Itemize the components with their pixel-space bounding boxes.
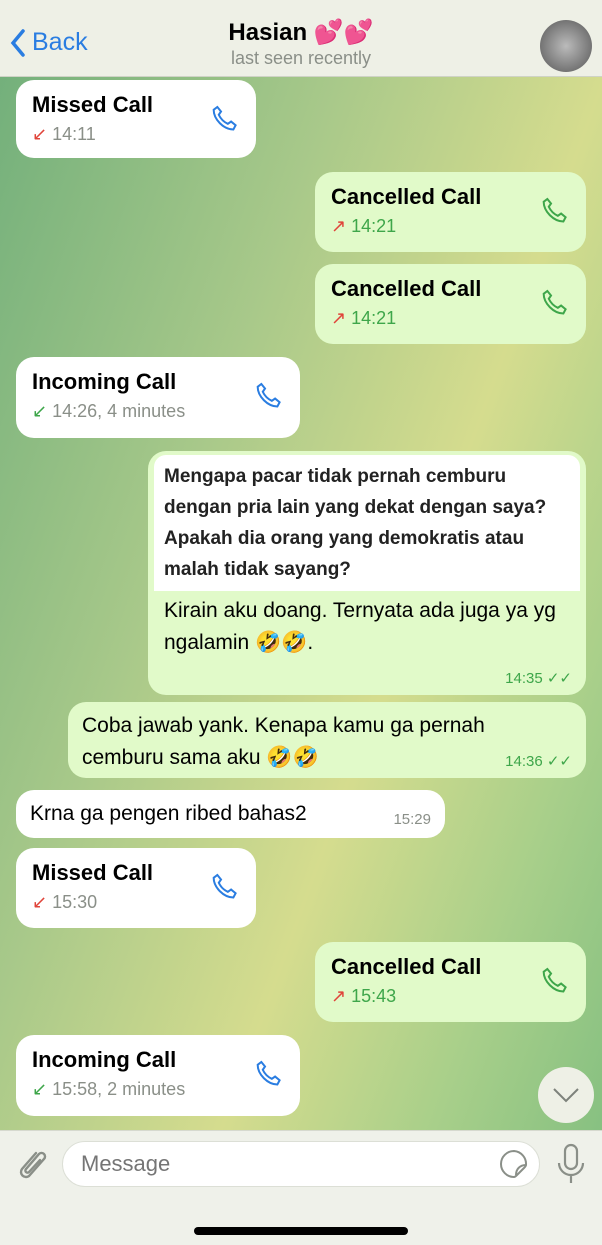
phone-icon[interactable] — [252, 379, 286, 413]
paperclip-icon[interactable] — [14, 1145, 48, 1183]
phone-icon[interactable] — [538, 964, 572, 998]
reply-message[interactable]: Mengapa pacar tidak pernah cemburu denga… — [148, 451, 586, 695]
call-message[interactable]: Missed Call ↙ 15:30 — [16, 848, 256, 928]
call-time: 14:21 — [351, 308, 397, 328]
missed-arrow-icon: ↙ — [32, 124, 48, 144]
home-indicator — [194, 1227, 408, 1235]
message-text: Coba jawab yank. Kenapa kamu ga pernah c… — [82, 714, 485, 769]
call-time: 14:11 — [52, 124, 96, 144]
incoming-arrow-icon: ↙ — [32, 1079, 48, 1099]
call-title: Incoming Call — [32, 1047, 177, 1072]
call-message[interactable]: Cancelled Call ↗ 15:43 — [315, 942, 586, 1022]
call-message[interactable]: Incoming Call ↙ 15:58, 2 minutes — [16, 1035, 300, 1116]
phone-icon[interactable] — [252, 1057, 286, 1091]
call-message[interactable]: Incoming Call ↙ 14:26, 4 minutes — [16, 357, 300, 438]
message-time: 15:29 — [393, 811, 431, 828]
text-message[interactable]: Krna ga pengen ribed bahas2 15:29 — [16, 790, 445, 838]
chevron-down-icon — [553, 1088, 579, 1103]
message-time: 14:36 ✓✓ — [505, 753, 572, 770]
missed-arrow-icon: ↙ — [32, 892, 48, 912]
call-message[interactable]: Cancelled Call ↗ 14:21 — [315, 264, 586, 344]
quoted-text[interactable]: Mengapa pacar tidak pernah cemburu denga… — [154, 455, 580, 591]
call-title: Cancelled Call — [331, 276, 482, 301]
outgoing-arrow-icon: ↗ — [331, 216, 347, 236]
phone-icon[interactable] — [538, 194, 572, 228]
last-seen-status: last seen recently — [230, 48, 372, 68]
call-message[interactable]: Cancelled Call ↗ 14:21 — [315, 172, 586, 252]
call-time: 14:21 — [351, 216, 397, 236]
message-time: 14:35 ✓✓ — [505, 670, 572, 687]
microphone-icon[interactable] — [556, 1143, 586, 1185]
message-text: Kirain aku doang. Ternyata ada juga ya y… — [164, 599, 556, 654]
phone-icon[interactable] — [208, 870, 242, 904]
outgoing-arrow-icon: ↗ — [331, 986, 347, 1006]
call-time: 15:30 — [52, 892, 98, 912]
call-title: Cancelled Call — [331, 954, 482, 979]
phone-icon[interactable] — [538, 286, 572, 320]
incoming-arrow-icon: ↙ — [32, 401, 48, 421]
call-time: 14:26, 4 minutes — [52, 401, 186, 421]
message-text: Krna ga pengen ribed bahas2 — [30, 802, 307, 825]
scroll-to-bottom-button[interactable] — [538, 1067, 594, 1123]
text-message[interactable]: Coba jawab yank. Kenapa kamu ga pernah c… — [68, 702, 586, 778]
call-title: Incoming Call — [32, 369, 177, 394]
message-input[interactable] — [62, 1141, 540, 1187]
call-time: 15:58, 2 minutes — [52, 1079, 186, 1099]
call-message[interactable]: Missed Call ↙ 14:11 — [16, 80, 256, 158]
phone-icon[interactable] — [208, 102, 242, 136]
call-time: 15:43 — [351, 986, 397, 1006]
call-title: Cancelled Call — [331, 184, 482, 209]
avatar[interactable] — [540, 20, 592, 72]
chat-header: Back Hasian 💕💕 last seen recently — [0, 0, 602, 77]
chat-title[interactable]: Hasian 💕💕 — [0, 18, 602, 47]
sticker-icon[interactable] — [498, 1148, 530, 1180]
outgoing-arrow-icon: ↗ — [331, 308, 347, 328]
message-composer — [0, 1130, 602, 1245]
